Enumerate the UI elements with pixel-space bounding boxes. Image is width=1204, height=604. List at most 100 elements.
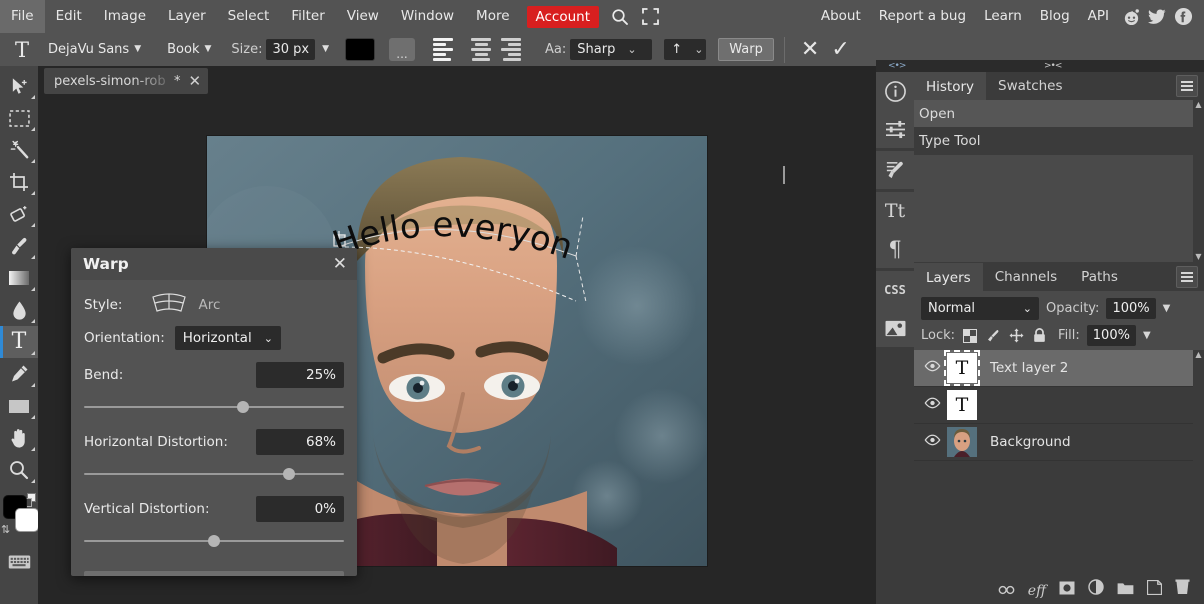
scroll-up-icon[interactable]: ▲ — [1193, 350, 1204, 360]
delete-layer-icon[interactable] — [1175, 579, 1190, 599]
search-icon[interactable] — [605, 0, 635, 33]
warp-button[interactable]: Warp — [718, 38, 774, 61]
reddit-icon[interactable] — [1118, 0, 1144, 33]
align-left-icon[interactable] — [433, 39, 461, 61]
link-about[interactable]: About — [812, 0, 870, 33]
layer-visibility-icon[interactable] — [917, 397, 947, 413]
hand-tool[interactable] — [0, 422, 38, 454]
opacity-input[interactable]: 100% — [1106, 298, 1155, 319]
link-learn[interactable]: Learn — [975, 0, 1031, 33]
layer-visibility-icon[interactable] — [917, 434, 947, 450]
blur-tool[interactable] — [0, 294, 38, 326]
layer-mask-icon[interactable] — [1059, 580, 1075, 599]
scroll-down-icon[interactable]: ▼ — [1193, 252, 1204, 262]
account-button[interactable]: Account — [527, 6, 600, 28]
link-report-bug[interactable]: Report a bug — [870, 0, 975, 33]
font-size-input[interactable]: 30 px — [266, 39, 315, 60]
layer-visibility-icon[interactable] — [917, 360, 947, 376]
opacity-chevron-down-icon[interactable]: ▼ — [1163, 303, 1171, 314]
link-api[interactable]: API — [1079, 0, 1118, 33]
blend-mode-dropdown[interactable]: Normal ⌄ — [921, 297, 1039, 320]
lock-transparent-icon[interactable] — [962, 328, 978, 344]
layer-row-text-layer-2[interactable]: T Text layer 2 — [914, 350, 1193, 387]
layer-effects-icon[interactable]: eff — [1028, 580, 1046, 599]
brush-settings-icon[interactable] — [876, 151, 914, 189]
tab-channels[interactable]: Channels — [983, 263, 1069, 291]
dock-drag-handle[interactable]: <•> >•< — [876, 60, 1204, 72]
menu-more[interactable]: More — [465, 0, 520, 33]
dock-collapse-icon[interactable]: <•> — [888, 61, 905, 71]
link-blog[interactable]: Blog — [1031, 0, 1079, 33]
fullscreen-icon[interactable] — [635, 0, 665, 33]
cancel-edit-button[interactable]: ✕ — [795, 39, 825, 61]
size-chevron-down-icon[interactable]: ▼ — [322, 45, 329, 54]
layer-name[interactable]: Text layer 2 — [990, 360, 1068, 376]
menu-layer[interactable]: Layer — [157, 0, 217, 33]
link-layers-icon[interactable] — [998, 580, 1015, 599]
menu-file[interactable]: File — [0, 0, 45, 33]
layer-thumbnail[interactable]: T — [947, 353, 977, 383]
type-tool[interactable]: T — [0, 326, 38, 358]
magic-wand-tool[interactable] — [0, 134, 38, 166]
tab-history[interactable]: History — [914, 72, 986, 100]
ok-button[interactable]: OK — [84, 571, 344, 576]
character-icon[interactable]: Tt — [876, 192, 914, 230]
warp-vdist-slider[interactable] — [84, 531, 344, 551]
info-icon[interactable] — [876, 72, 914, 110]
lock-paint-icon[interactable] — [985, 328, 1001, 344]
tab-paths[interactable]: Paths — [1069, 263, 1130, 291]
patch-tool[interactable] — [0, 198, 38, 230]
zoom-tool[interactable] — [0, 454, 38, 486]
menu-filter[interactable]: Filter — [280, 0, 335, 33]
history-item-open[interactable]: Open — [914, 100, 1204, 127]
layers-scrollbar[interactable]: ▲ — [1193, 350, 1204, 572]
new-layer-icon[interactable] — [1147, 580, 1162, 599]
antialias-dropdown[interactable]: Sharp ⌄ — [570, 39, 652, 60]
warp-bend-slider[interactable] — [84, 397, 344, 417]
move-tool[interactable] — [0, 70, 38, 102]
fill-input[interactable]: 100% — [1087, 325, 1136, 346]
warp-dialog-titlebar[interactable]: Warp ✕ — [71, 248, 357, 280]
warp-vertical-distortion-input[interactable]: 0% — [256, 496, 344, 522]
close-icon[interactable]: ✕ — [333, 256, 347, 273]
reset-colors-icon[interactable]: ⇅ — [1, 523, 10, 536]
scroll-up-icon[interactable]: ▲ — [1193, 100, 1204, 110]
keyboard-icon[interactable] — [0, 546, 38, 578]
history-scrollbar[interactable]: ▲ ▼ — [1193, 100, 1204, 262]
color-swatches[interactable]: ⇅ — [0, 492, 38, 540]
lock-all-icon[interactable] — [1031, 328, 1047, 344]
menu-view[interactable]: View — [336, 0, 390, 33]
marquee-tool[interactable] — [0, 102, 38, 134]
text-orientation-dropdown[interactable]: ↑ ⌄ — [664, 39, 706, 60]
new-group-icon[interactable] — [1117, 580, 1134, 599]
lock-move-icon[interactable] — [1008, 328, 1024, 344]
history-item-type-tool[interactable]: Type Tool — [914, 127, 1204, 154]
crop-tool[interactable] — [0, 166, 38, 198]
slider-knob[interactable] — [208, 535, 220, 547]
brush-tool[interactable] — [0, 230, 38, 262]
shape-tool[interactable] — [0, 390, 38, 422]
warp-horizontal-distortion-input[interactable]: 68% — [256, 429, 344, 455]
tab-swatches[interactable]: Swatches — [986, 72, 1075, 100]
layer-row-background[interactable]: Background — [914, 424, 1193, 461]
tab-layers[interactable]: Layers — [914, 263, 983, 291]
text-color-swatch[interactable] — [345, 38, 375, 61]
slider-knob[interactable] — [237, 401, 249, 413]
menu-window[interactable]: Window — [390, 0, 465, 33]
close-icon[interactable]: ✕ — [189, 74, 202, 89]
align-center-icon[interactable] — [467, 39, 495, 61]
fill-chevron-down-icon[interactable]: ▼ — [1143, 330, 1151, 341]
font-style-dropdown[interactable]: Book ▼ — [163, 40, 215, 59]
gradient-tool[interactable] — [0, 262, 38, 294]
adjustment-layer-icon[interactable] — [1088, 579, 1104, 599]
commit-edit-button[interactable]: ✓ — [825, 39, 855, 61]
dock-resize-icon[interactable]: >•< — [1044, 61, 1061, 71]
layer-name[interactable]: Background — [990, 434, 1071, 450]
background-color-swatch[interactable] — [15, 508, 39, 532]
document-tab[interactable]: pexels-simon-robb * ✕ — [44, 68, 208, 94]
paragraph-icon[interactable]: ¶ — [876, 230, 914, 268]
twitter-icon[interactable] — [1144, 0, 1170, 33]
menu-select[interactable]: Select — [217, 0, 281, 33]
adjustments-icon[interactable] — [876, 110, 914, 148]
align-right-icon[interactable] — [501, 39, 529, 61]
